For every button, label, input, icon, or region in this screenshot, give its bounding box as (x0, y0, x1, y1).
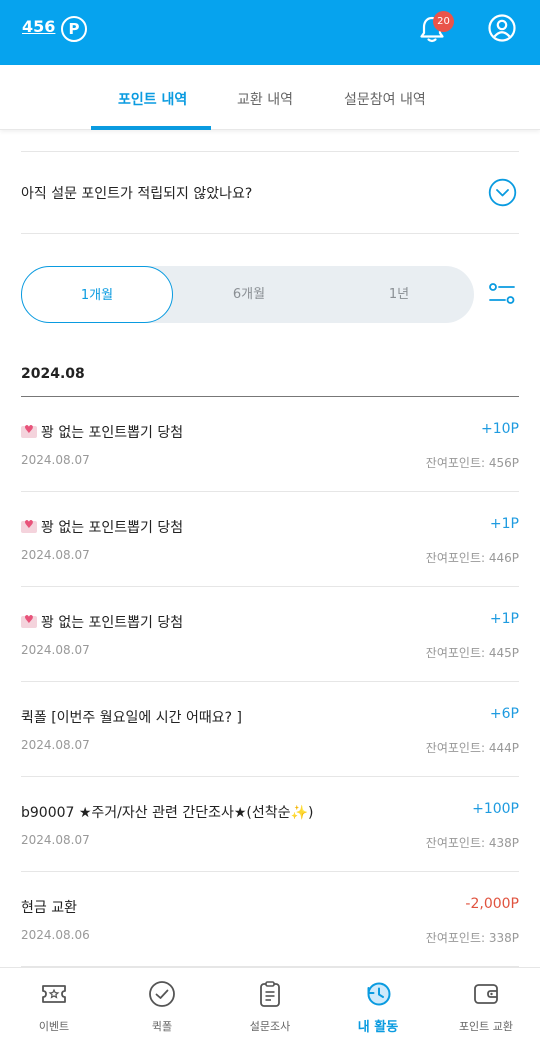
nav-item-my-activity[interactable]: 내 활동 (324, 968, 432, 1039)
nav-item-quickpoll[interactable]: 퀵폴 (108, 968, 216, 1039)
period-option-6months[interactable]: 6개월 (173, 266, 325, 323)
nav-label: 내 활동 (357, 1020, 399, 1035)
divider (21, 151, 519, 152)
transaction-date: 2024.08.07 (21, 548, 90, 562)
transaction-date: 2024.08.07 (21, 453, 90, 467)
nav-label: 이벤트 (38, 1020, 70, 1033)
transaction-row[interactable]: 꽝 없는 포인트뽑기 당첨 2024.08.07 +1P 잔여포인트: 445P (21, 587, 519, 682)
history-clock-icon (367, 982, 391, 1006)
remaining-balance: 잔여포인트: 456P (425, 456, 519, 470)
bottom-navigation: 이벤트 퀵폴 설문조사 내 활동 포인트 교환 (0, 967, 540, 1039)
faq-question[interactable]: 아직 설문 포인트가 적립되지 않았나요? (21, 183, 252, 203)
nav-item-survey[interactable]: 설문조사 (216, 968, 324, 1039)
transaction-row[interactable]: b90007 ★주거/자산 관련 간단조사★(선착순✨) 2024.08.07 … (21, 777, 519, 872)
nav-label: 퀵폴 (151, 1020, 173, 1033)
tab-exchange-history[interactable]: 교환 내역 (237, 89, 293, 109)
transaction-amount: -2,000P (465, 896, 519, 912)
nav-item-point-exchange[interactable]: 포인트 교환 (432, 968, 540, 1039)
remaining-balance: 잔여포인트: 444P (425, 741, 519, 755)
transaction-amount: +1P (489, 516, 519, 532)
tab-survey-history[interactable]: 설문참여 내역 (344, 89, 426, 109)
transaction-title: 꽝 없는 포인트뽑기 당첨 (21, 517, 183, 537)
heart-letter-icon (21, 423, 37, 438)
points-balance-link[interactable]: 456 (22, 17, 55, 36)
transaction-row[interactable]: 현금 교환 2024.08.06 -2,000P 잔여포인트: 338P (21, 872, 519, 967)
transaction-amount: +100P (472, 801, 519, 817)
clipboard-icon (260, 981, 280, 1007)
transaction-title: b90007 ★주거/자산 관련 간단조사★(선착순✨) (21, 805, 314, 821)
chevron-down-icon[interactable] (488, 178, 517, 207)
tab-point-history[interactable]: 포인트 내역 (118, 89, 187, 109)
heart-letter-icon (21, 613, 37, 628)
transaction-date: 2024.08.06 (21, 928, 90, 942)
transaction-row[interactable]: 꽝 없는 포인트뽑기 당첨 2024.08.07 +10P 잔여포인트: 456… (21, 397, 519, 492)
transaction-title: 현금 교환 (21, 900, 77, 916)
period-selector: 6개월 1년 1개월 (21, 266, 474, 323)
transaction-date: 2024.08.07 (21, 643, 90, 657)
transaction-title: 퀵폴 [이번주 월요일에 시간 어때요? ] (21, 710, 242, 726)
remaining-balance: 잔여포인트: 446P (425, 551, 519, 565)
transaction-amount: +6P (489, 706, 519, 722)
check-circle-icon (149, 981, 175, 1007)
history-tabs: 포인트 내역 교환 내역 설문참여 내역 (0, 65, 540, 130)
filter-settings-icon[interactable] (488, 282, 516, 306)
nav-label: 설문조사 (249, 1020, 291, 1033)
nav-label: 포인트 교환 (458, 1020, 514, 1033)
active-tab-indicator (91, 126, 211, 130)
month-header: 2024.08 (21, 366, 85, 382)
transaction-title: 꽝 없는 포인트뽑기 당첨 (21, 422, 183, 442)
notification-count-badge: 20 (433, 11, 454, 32)
transaction-amount: +1P (489, 611, 519, 627)
profile-icon[interactable] (488, 14, 516, 42)
divider (21, 233, 519, 234)
sparkle-icon: ✨ (290, 805, 308, 821)
transaction-amount: +10P (481, 421, 519, 437)
period-option-1month[interactable]: 1개월 (21, 266, 173, 323)
points-badge-icon: P (61, 16, 87, 42)
nav-item-event[interactable]: 이벤트 (0, 968, 108, 1039)
heart-letter-icon (21, 518, 37, 533)
transaction-title: 꽝 없는 포인트뽑기 당첨 (21, 612, 183, 632)
remaining-balance: 잔여포인트: 338P (425, 931, 519, 945)
event-ticket-icon (42, 985, 66, 1003)
transaction-date: 2024.08.07 (21, 833, 90, 847)
period-option-1year[interactable]: 1년 (323, 266, 475, 323)
transaction-row[interactable]: 꽝 없는 포인트뽑기 당첨 2024.08.07 +1P 잔여포인트: 446P (21, 492, 519, 587)
top-app-bar: 456 P 20 (0, 0, 540, 65)
remaining-balance: 잔여포인트: 445P (425, 646, 519, 660)
transaction-date: 2024.08.07 (21, 738, 90, 752)
transaction-row[interactable]: 퀵폴 [이번주 월요일에 시간 어때요? ] 2024.08.07 +6P 잔여… (21, 682, 519, 777)
wallet-icon (474, 984, 498, 1004)
remaining-balance: 잔여포인트: 438P (425, 836, 519, 850)
